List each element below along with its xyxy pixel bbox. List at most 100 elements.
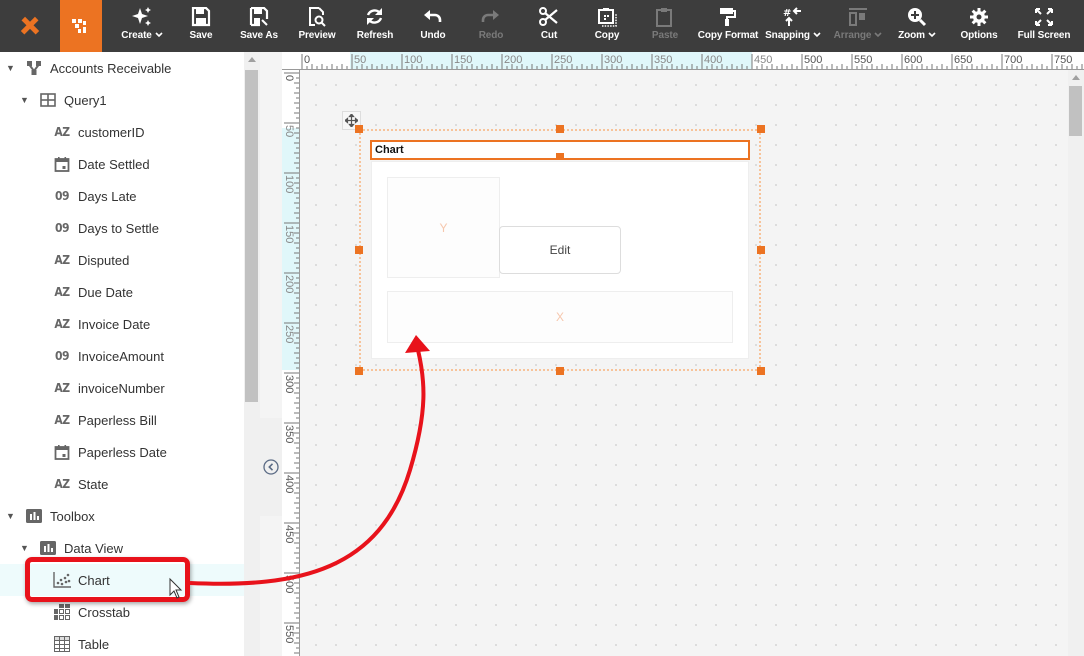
field-type-label: AZ	[54, 285, 70, 299]
annotation-highlight-box	[25, 557, 190, 602]
ruler-label: 500	[283, 575, 295, 593]
field-item[interactable]: AZ Disputed	[0, 244, 244, 276]
text-type-icon: AZ	[52, 381, 72, 395]
collapse-sidebar-button[interactable]	[260, 418, 282, 516]
tree-label: Table	[78, 636, 110, 652]
numeric-type-icon: 09	[52, 349, 72, 363]
ruler-label: 600	[904, 54, 922, 66]
ruler-label: 650	[954, 54, 972, 66]
chart-edit-button[interactable]: Edit	[499, 226, 621, 274]
field-item[interactable]: 09 Days Late	[0, 180, 244, 212]
resize-handle-n[interactable]	[556, 125, 564, 133]
app-logo[interactable]	[0, 0, 60, 52]
field-type-label: AZ	[54, 413, 70, 427]
ruler-label: 350	[654, 54, 672, 66]
field-type-label: AZ	[54, 477, 70, 491]
field-item[interactable]: Date Settled	[0, 148, 244, 180]
sidebar-scrollbar[interactable]	[244, 52, 260, 656]
calendar-icon	[52, 444, 72, 460]
expand-arrow-icon[interactable]: ▼	[20, 543, 32, 553]
text-type-icon: AZ	[52, 285, 72, 299]
resize-handle-se[interactable]	[757, 367, 765, 375]
x-axis-drop-zone[interactable]: X	[387, 291, 733, 343]
field-item[interactable]: Paperless Date	[0, 436, 244, 468]
field-label: Paperless Date	[78, 444, 167, 460]
field-label: customerID	[78, 124, 145, 140]
report-designer-icon	[72, 19, 86, 33]
field-type-label: AZ	[54, 125, 70, 139]
ruler-label: 400	[704, 54, 722, 66]
ruler-label: 0	[283, 75, 295, 81]
tree-label: Query1	[64, 92, 107, 108]
toolbar-button-label: Preview	[298, 30, 336, 41]
scroll-up-arrow-icon[interactable]	[248, 57, 256, 62]
resize-handle-w[interactable]	[355, 246, 363, 254]
field-item[interactable]: AZ Paperless Bill	[0, 404, 244, 436]
field-type-label: 09	[54, 349, 70, 363]
toolbar-button-label: Paste	[651, 30, 679, 41]
scroll-up-arrow-icon[interactable]	[1072, 75, 1080, 80]
field-item[interactable]: AZ invoiceNumber	[0, 372, 244, 404]
y-axis-drop-zone[interactable]: Y	[387, 177, 500, 278]
sparkle-icon	[132, 0, 152, 30]
toolbox-item-table[interactable]: Table	[0, 628, 244, 656]
tree-label: Accounts Receivable	[50, 60, 172, 76]
resize-handle-ne[interactable]	[757, 125, 765, 133]
toolbox-folder-icon	[24, 509, 44, 523]
tree-node-toolbox[interactable]: ▼ Toolbox	[0, 500, 244, 532]
vertical-ruler: 0 50 100 150 200 250 300 350 400 450 500 550	[282, 70, 300, 656]
sidebar-scroll-thumb[interactable]	[245, 70, 258, 402]
resize-handle-e[interactable]	[757, 246, 765, 254]
toolbar-button-label: Copy	[594, 30, 620, 41]
toolbar-button-label: Refresh	[356, 30, 394, 41]
field-type-label: 09	[54, 189, 70, 203]
scissors-icon	[539, 0, 559, 30]
numeric-type-icon: 09	[52, 189, 72, 203]
copy-icon	[597, 0, 617, 30]
field-type-label: AZ	[54, 381, 70, 395]
table-icon	[38, 93, 58, 107]
text-type-icon: AZ	[52, 413, 72, 427]
full-screen-button[interactable]: Full Screen	[1004, 0, 1084, 52]
canvas-scrollbar[interactable]	[1068, 70, 1084, 656]
tree-node-datasource[interactable]: ▼ Accounts Receivable	[0, 52, 244, 84]
field-label: InvoiceAmount	[78, 348, 164, 364]
resize-handle-nw[interactable]	[355, 125, 363, 133]
expand-arrow-icon[interactable]: ▼	[6, 511, 18, 521]
toolbar-button-label: Copy Format	[697, 30, 759, 41]
text-type-icon: AZ	[52, 317, 72, 331]
ruler-label: 250	[554, 54, 572, 66]
field-item[interactable]: 09 Days to Settle	[0, 212, 244, 244]
chevron-down-icon	[928, 30, 936, 40]
tree-node-query[interactable]: ▼ Query1	[0, 84, 244, 116]
tree-label: Toolbox	[50, 508, 95, 524]
datasource-icon	[24, 60, 44, 76]
toolbar-button-label: Full Screen	[1017, 30, 1071, 41]
field-item[interactable]: 09 InvoiceAmount	[0, 340, 244, 372]
resize-handle-s[interactable]	[556, 367, 564, 375]
field-item[interactable]: AZ Invoice Date	[0, 308, 244, 340]
pencil-ruler-icon	[20, 16, 40, 35]
snapping-icon: #	[783, 0, 803, 30]
title-resize-handle[interactable]	[556, 153, 564, 158]
dashboard-app-button[interactable]	[60, 0, 102, 52]
full-screen-icon	[1034, 0, 1054, 30]
resize-handle-sw[interactable]	[355, 367, 363, 375]
ruler-label: 300	[283, 375, 295, 393]
expand-arrow-icon[interactable]: ▼	[6, 63, 18, 73]
ruler-label: 250	[283, 325, 295, 343]
grid-table-icon	[52, 636, 72, 652]
ruler-label: 200	[283, 275, 295, 293]
field-label: Due Date	[78, 284, 133, 300]
field-label: Days to Settle	[78, 220, 159, 236]
ruler-label: 0	[304, 54, 310, 66]
canvas-scroll-thumb[interactable]	[1069, 86, 1082, 136]
field-item[interactable]: AZ State	[0, 468, 244, 500]
ruler-label: 200	[504, 54, 522, 66]
ruler-label: 450	[283, 525, 295, 543]
gear-icon	[969, 0, 989, 30]
expand-arrow-icon[interactable]: ▼	[20, 95, 32, 105]
field-item[interactable]: AZ Due Date	[0, 276, 244, 308]
field-item[interactable]: AZ customerID	[0, 116, 244, 148]
toolbar-button-label: Save As	[240, 30, 278, 41]
